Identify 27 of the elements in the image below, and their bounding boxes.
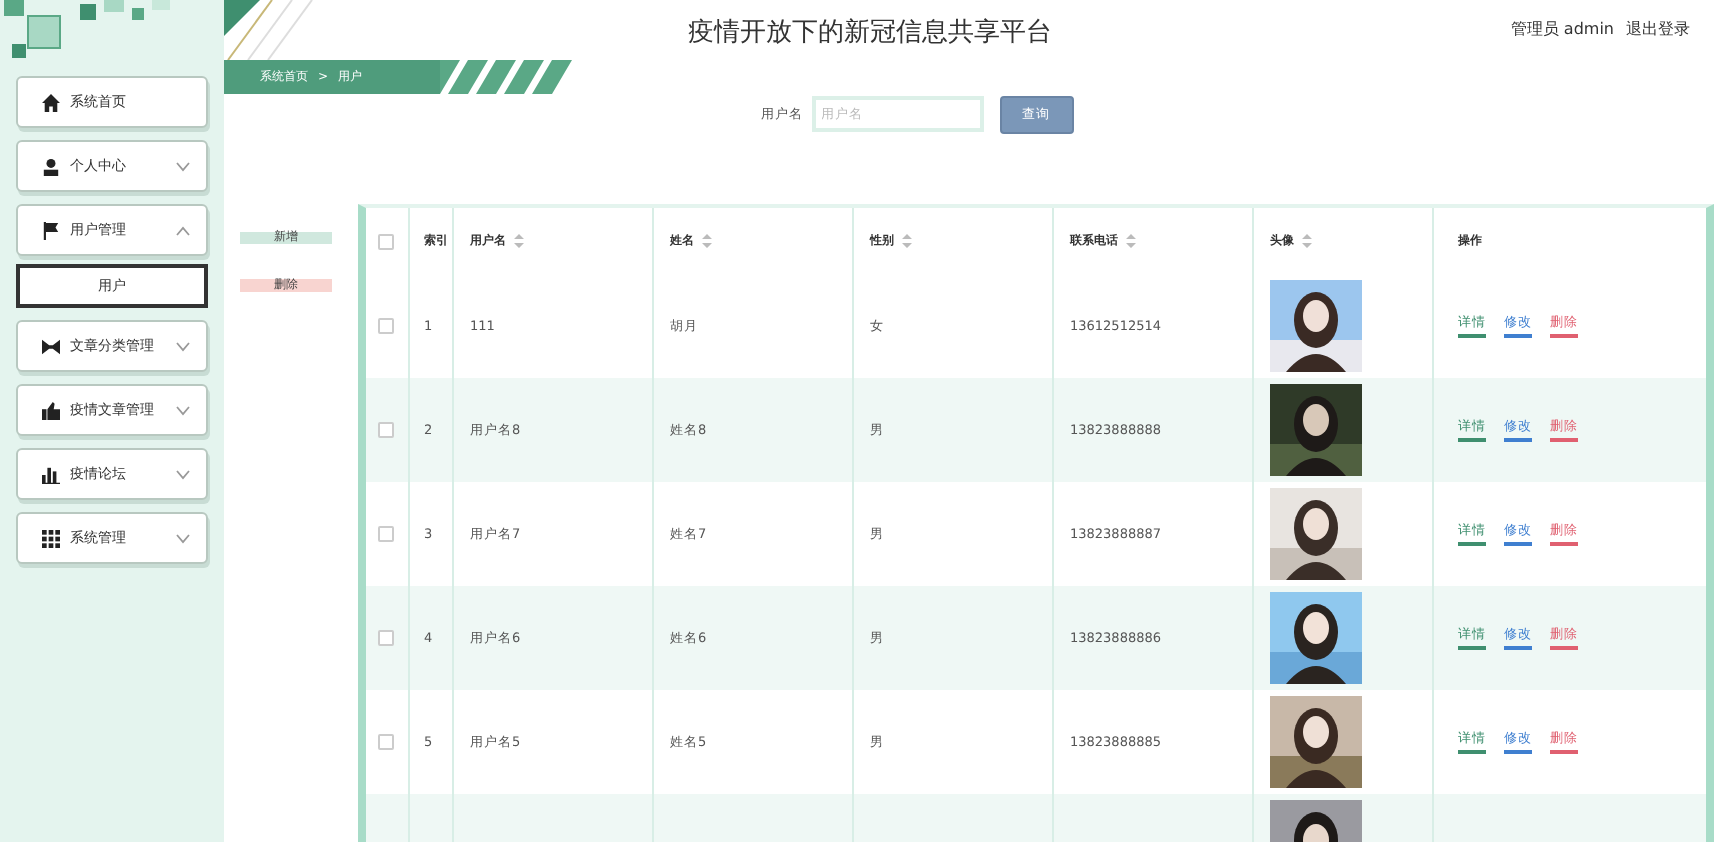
checkbox[interactable]: [378, 630, 394, 646]
grid-icon: [42, 529, 60, 547]
sort-icon[interactable]: [514, 234, 524, 248]
flag-icon: [42, 221, 60, 239]
page-title: 疫情开放下的新冠信息共享平台: [688, 16, 1052, 50]
person-icon: [42, 157, 60, 175]
thumbs-up-icon: [42, 401, 60, 419]
checkbox[interactable]: [378, 233, 394, 249]
bowtie-icon: [42, 337, 60, 355]
logout-link[interactable]: 退出登录: [1626, 18, 1690, 40]
home-icon: [42, 93, 60, 111]
chevron-down-icon: [176, 341, 190, 351]
bar-chart-icon: [42, 465, 60, 483]
user-label: 管理员 admin: [1510, 18, 1614, 40]
chevron-up-icon: [176, 225, 190, 235]
checkbox[interactable]: [378, 734, 394, 750]
sort-icon[interactable]: [1302, 234, 1312, 248]
checkbox[interactable]: [378, 422, 394, 438]
chevron-down-icon: [176, 469, 190, 479]
chevron-down-icon: [176, 533, 190, 543]
sort-icon[interactable]: [702, 234, 712, 248]
checkbox[interactable]: [378, 318, 394, 334]
sort-icon[interactable]: [1126, 234, 1136, 248]
sort-icon[interactable]: [902, 234, 912, 248]
chevron-down-icon: [176, 405, 190, 415]
checkbox[interactable]: [378, 526, 394, 542]
chevron-down-icon: [176, 161, 190, 171]
